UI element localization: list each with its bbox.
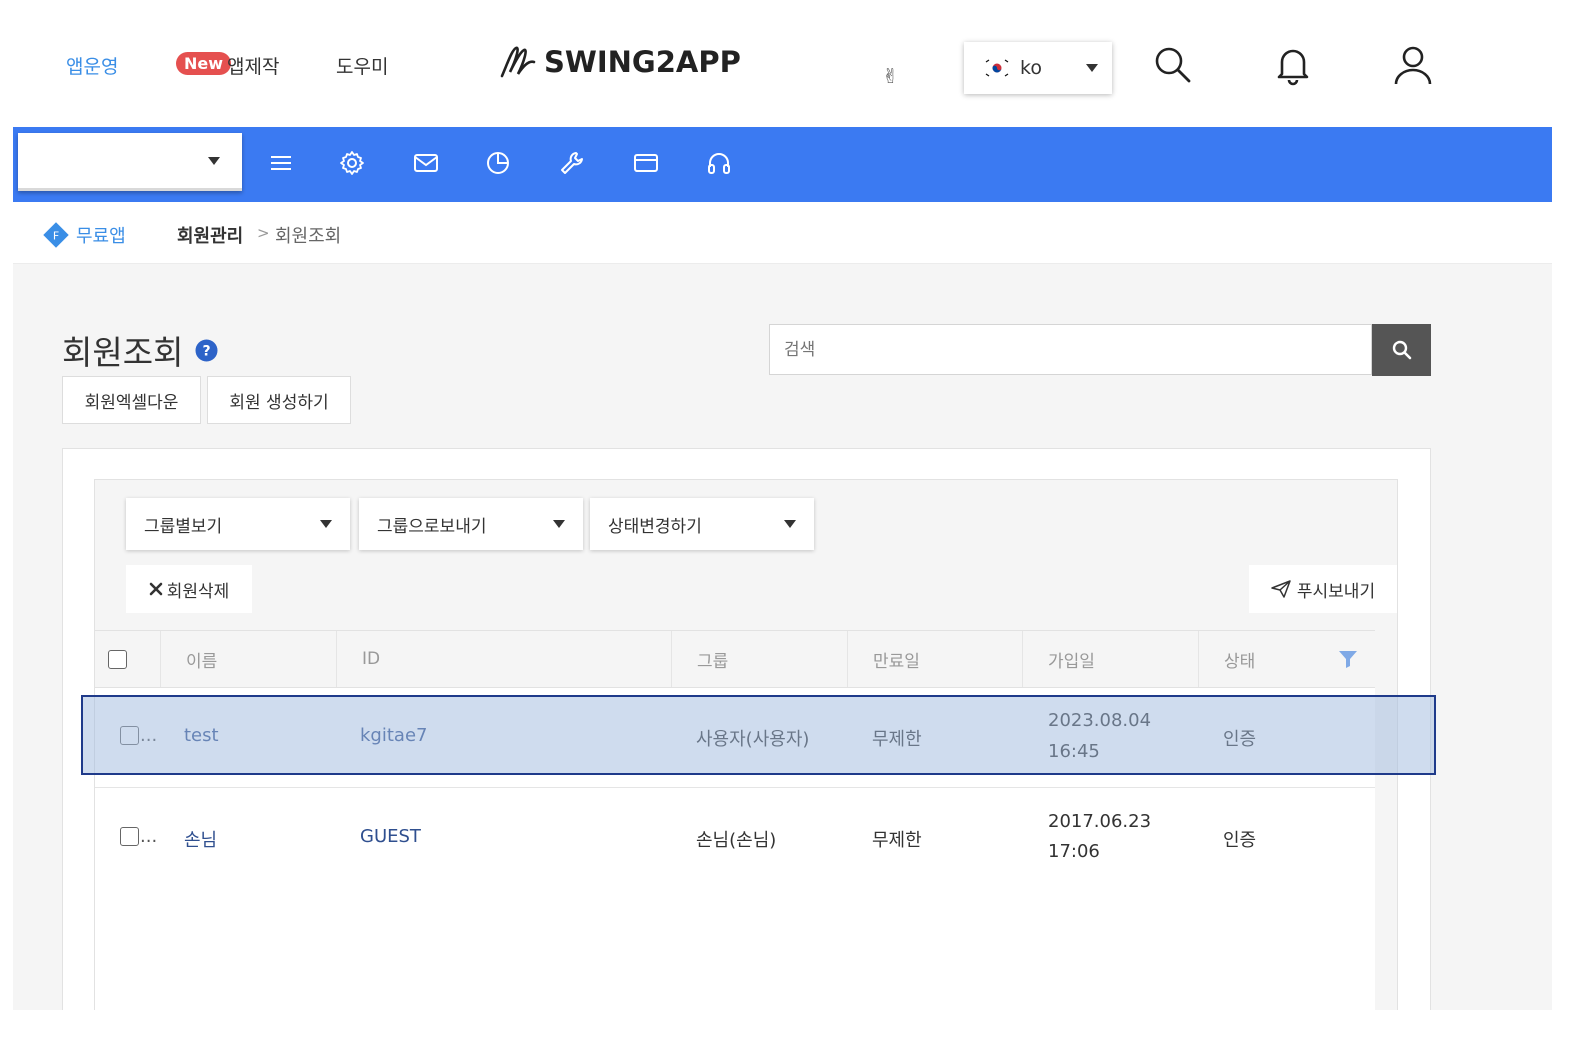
chevron-down-icon xyxy=(208,157,220,165)
member-status: 인증 xyxy=(1223,830,1257,851)
chevron-down-icon xyxy=(553,520,565,528)
headset-icon[interactable] xyxy=(705,149,733,177)
nav-helper[interactable]: 도우미 xyxy=(336,52,388,79)
chevron-down-icon xyxy=(1086,64,1098,72)
column-header-joined[interactable]: 가입일 xyxy=(1022,631,1198,687)
breadcrumb-member-management[interactable]: 회원관리 xyxy=(177,222,243,248)
korea-flag-icon xyxy=(984,59,1010,77)
member-name-link[interactable]: 손님 xyxy=(184,826,217,852)
chevron-down-icon xyxy=(784,520,796,528)
language-value: ko xyxy=(1020,57,1042,79)
member-joined-time: 17:06 xyxy=(1048,841,1100,862)
row-divider xyxy=(95,787,1375,788)
send-icon xyxy=(1271,580,1291,598)
column-header-group[interactable]: 그룹 xyxy=(671,631,847,687)
select-all-checkbox[interactable] xyxy=(108,649,127,669)
column-header-name[interactable]: 이름 xyxy=(160,631,336,687)
member-create-button[interactable]: 회원 생성하기 xyxy=(207,376,351,424)
push-send-button[interactable]: 푸시보내기 xyxy=(1249,565,1397,613)
column-header-id[interactable]: ID xyxy=(336,631,671,687)
user-icon[interactable] xyxy=(1392,44,1434,86)
mail-icon[interactable] xyxy=(412,149,440,177)
svg-text:?: ? xyxy=(202,344,210,360)
app-select-dropdown[interactable] xyxy=(18,133,242,191)
member-excel-download-button[interactable]: 회원엑셀다운 xyxy=(62,376,201,424)
help-icon[interactable]: ? xyxy=(195,339,218,362)
page-footer-space xyxy=(0,1010,1578,1048)
selected-row-highlight xyxy=(81,695,1436,775)
breadcrumb-separator: > xyxy=(257,224,270,242)
member-expire: 무제한 xyxy=(872,830,922,851)
page-title: 회원조회 xyxy=(62,333,184,372)
logo-mark-icon xyxy=(500,46,536,78)
group-send-dropdown[interactable]: 그룹으로보내기 xyxy=(359,498,583,550)
menu-icon[interactable] xyxy=(267,149,295,177)
status-change-label: 상태변경하기 xyxy=(608,516,702,537)
search-icon xyxy=(1392,340,1411,360)
member-group: 손님(손님) xyxy=(696,830,777,851)
group-view-label: 그룹별보기 xyxy=(144,516,223,537)
swing2app-logo[interactable]: SWING2APP xyxy=(498,42,741,82)
card-icon[interactable] xyxy=(632,149,660,177)
nav-app-run[interactable]: 앱운영 xyxy=(66,52,118,79)
top-navigation: 앱운영 New 앱제작 도우미 SWING2APP ✌ ko xyxy=(0,0,1578,127)
breadcrumb-member-search: 회원조회 xyxy=(275,226,342,247)
member-delete-button[interactable]: 회원삭제 xyxy=(126,565,252,613)
gear-icon[interactable] xyxy=(338,149,366,177)
column-header-expire[interactable]: 만료일 xyxy=(847,631,1022,687)
breadcrumb: F 무료앱 회원관리 > 회원조회 xyxy=(13,202,1552,264)
chevron-down-icon xyxy=(320,520,332,528)
language-select[interactable]: ko xyxy=(964,42,1112,94)
search-icon[interactable] xyxy=(1152,44,1194,86)
member-joined-date: 2017.06.23 xyxy=(1048,811,1152,832)
breadcrumb-free-app[interactable]: 무료앱 xyxy=(76,222,126,248)
status-change-dropdown[interactable]: 상태변경하기 xyxy=(590,498,814,550)
pie-chart-icon[interactable] xyxy=(484,149,512,177)
member-id-link[interactable]: GUEST xyxy=(360,826,421,847)
peace-hand-icon: ✌ xyxy=(882,64,899,88)
wrench-icon[interactable] xyxy=(558,149,586,177)
close-icon xyxy=(149,582,163,596)
nav-app-make[interactable]: 앱제작 xyxy=(227,52,279,79)
page-body: 회원조회 ? 회원엑셀다운 회원 생성하기 그룹별보기 그룹으로보내기 상태변경… xyxy=(13,264,1552,1012)
logo-text: SWING2APP xyxy=(544,45,741,79)
search-button[interactable] xyxy=(1372,324,1431,376)
row-checkbox[interactable] xyxy=(120,827,139,846)
select-all-cell xyxy=(95,631,160,687)
group-view-dropdown[interactable]: 그룹별보기 xyxy=(126,498,350,550)
bell-icon[interactable] xyxy=(1272,44,1314,86)
new-badge: New xyxy=(176,52,232,75)
row-ellipsis: ... xyxy=(140,826,158,847)
filter-icon[interactable] xyxy=(1338,649,1358,669)
group-send-label: 그룹으로보내기 xyxy=(377,516,487,537)
member-delete-label: 회원삭제 xyxy=(166,581,230,602)
app-toolbar xyxy=(13,127,1552,202)
table-header: 이름 ID 그룹 만료일 가입일 상태 xyxy=(95,630,1375,688)
svg-text:F: F xyxy=(53,230,59,243)
free-app-icon: F xyxy=(43,222,69,248)
push-send-label: 푸시보내기 xyxy=(1296,581,1376,602)
search-input[interactable] xyxy=(769,324,1372,375)
